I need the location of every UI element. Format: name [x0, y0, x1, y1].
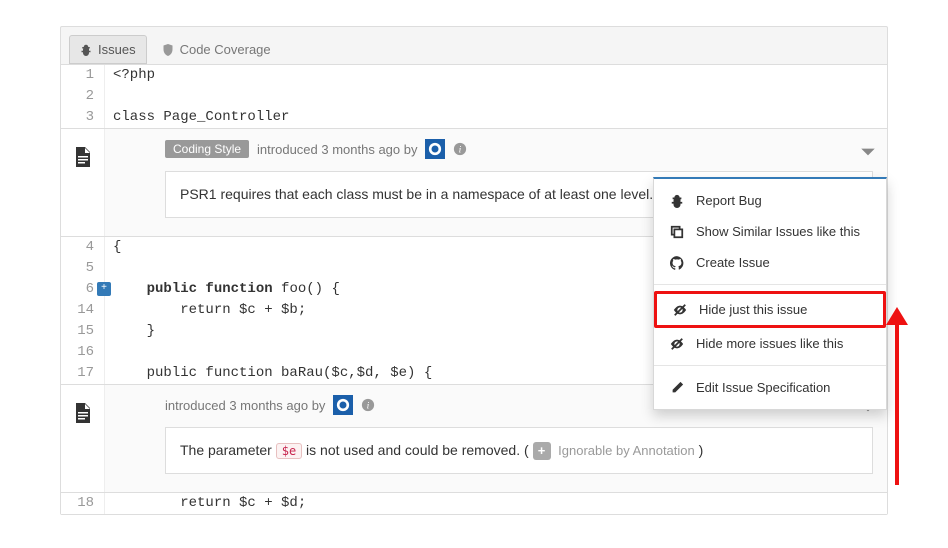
- line-number: 5: [61, 258, 105, 279]
- line-number: 16: [61, 342, 105, 363]
- code-text: <?php: [105, 65, 163, 86]
- code-text: return $c + $b;: [105, 300, 314, 321]
- code-line: 2: [61, 86, 887, 107]
- ignorable-text: Ignorable by Annotation: [555, 443, 695, 458]
- issue-intro-text: introduced 3 months ago by: [257, 142, 417, 157]
- code-text: [105, 86, 121, 107]
- code-text: return $c + $d;: [105, 493, 314, 514]
- tab-issues-label: Issues: [98, 42, 136, 57]
- code-line: 3 class Page_Controller: [61, 107, 887, 128]
- tab-issues[interactable]: Issues: [69, 35, 147, 64]
- plus-icon[interactable]: +: [533, 442, 551, 460]
- line-number: 4: [61, 237, 105, 258]
- issue-badge: Coding Style: [165, 140, 249, 158]
- menu-label: Hide just this issue: [699, 302, 807, 317]
- menu-show-similar[interactable]: Show Similar Issues like this: [654, 216, 886, 247]
- tab-coverage-label: Code Coverage: [180, 42, 271, 57]
- line-number: 3: [61, 107, 105, 128]
- code-area: 1 <?php 2 3 class Page_Controller Coding…: [61, 64, 887, 514]
- line-number: 17: [61, 363, 105, 384]
- menu-hide-this[interactable]: Hide just this issue: [654, 291, 886, 328]
- avatar[interactable]: [333, 395, 353, 415]
- line-number: 14: [61, 300, 105, 321]
- info-icon[interactable]: i: [361, 398, 375, 412]
- menu-label: Edit Issue Specification: [696, 380, 830, 395]
- issue-actions-menu: Report Bug Show Similar Issues like this…: [653, 177, 887, 410]
- line-number: 1: [61, 65, 105, 86]
- menu-report-bug[interactable]: Report Bug: [654, 185, 886, 216]
- code-token: $e: [276, 443, 302, 459]
- annotation-arrow: [886, 307, 908, 485]
- line-number: 18: [61, 493, 105, 514]
- code-text: }: [105, 321, 163, 342]
- code-text: class Page_Controller: [105, 107, 297, 128]
- code-panel: Issues Code Coverage 1 <?php 2 3 class P…: [60, 26, 888, 515]
- eye-slash-icon: [670, 337, 684, 351]
- code-text: [105, 258, 121, 279]
- chevron-down-icon[interactable]: [859, 143, 877, 161]
- menu-label: Create Issue: [696, 255, 770, 270]
- line-number: 6 +: [61, 279, 105, 300]
- issue-file-icon: [61, 385, 105, 492]
- edit-icon: [670, 381, 684, 395]
- tab-bar: Issues Code Coverage: [61, 27, 887, 64]
- expand-icon[interactable]: +: [97, 282, 111, 296]
- issue-message: The parameter $e is not used and could b…: [165, 427, 873, 474]
- code-line: 1 <?php: [61, 65, 887, 86]
- info-icon[interactable]: i: [453, 142, 467, 156]
- tab-coverage[interactable]: Code Coverage: [151, 35, 282, 64]
- menu-label: Report Bug: [696, 193, 762, 208]
- line-number: 2: [61, 86, 105, 107]
- svg-text:i: i: [367, 401, 370, 412]
- issue-intro-text: introduced 3 months ago by: [165, 398, 325, 413]
- issue-file-icon: [61, 129, 105, 236]
- menu-create-issue[interactable]: Create Issue: [654, 247, 886, 278]
- code-text: [105, 342, 121, 363]
- avatar[interactable]: [425, 139, 445, 159]
- code-text: public function baRau($c,$d, $e) {: [105, 363, 440, 384]
- menu-separator: [654, 365, 886, 366]
- svg-text:i: i: [459, 145, 462, 156]
- menu-edit-spec[interactable]: Edit Issue Specification: [654, 372, 886, 403]
- code-line: 18 return $c + $d;: [61, 493, 887, 514]
- copy-icon: [670, 225, 684, 239]
- menu-label: Hide more issues like this: [696, 336, 843, 351]
- eye-slash-icon: [673, 303, 687, 317]
- menu-hide-more[interactable]: Hide more issues like this: [654, 328, 886, 359]
- code-text: {: [105, 237, 129, 258]
- line-number: 15: [61, 321, 105, 342]
- github-icon: [670, 256, 684, 270]
- menu-label: Show Similar Issues like this: [696, 224, 860, 239]
- menu-separator: [654, 284, 886, 285]
- issue-meta: Coding Style introduced 3 months ago by …: [165, 139, 873, 159]
- bug-icon: [80, 44, 92, 56]
- issue-block: Coding Style introduced 3 months ago by …: [61, 128, 887, 237]
- code-text: public function foo() {: [105, 279, 348, 300]
- shield-icon: [162, 44, 174, 56]
- bug-icon: [670, 194, 684, 208]
